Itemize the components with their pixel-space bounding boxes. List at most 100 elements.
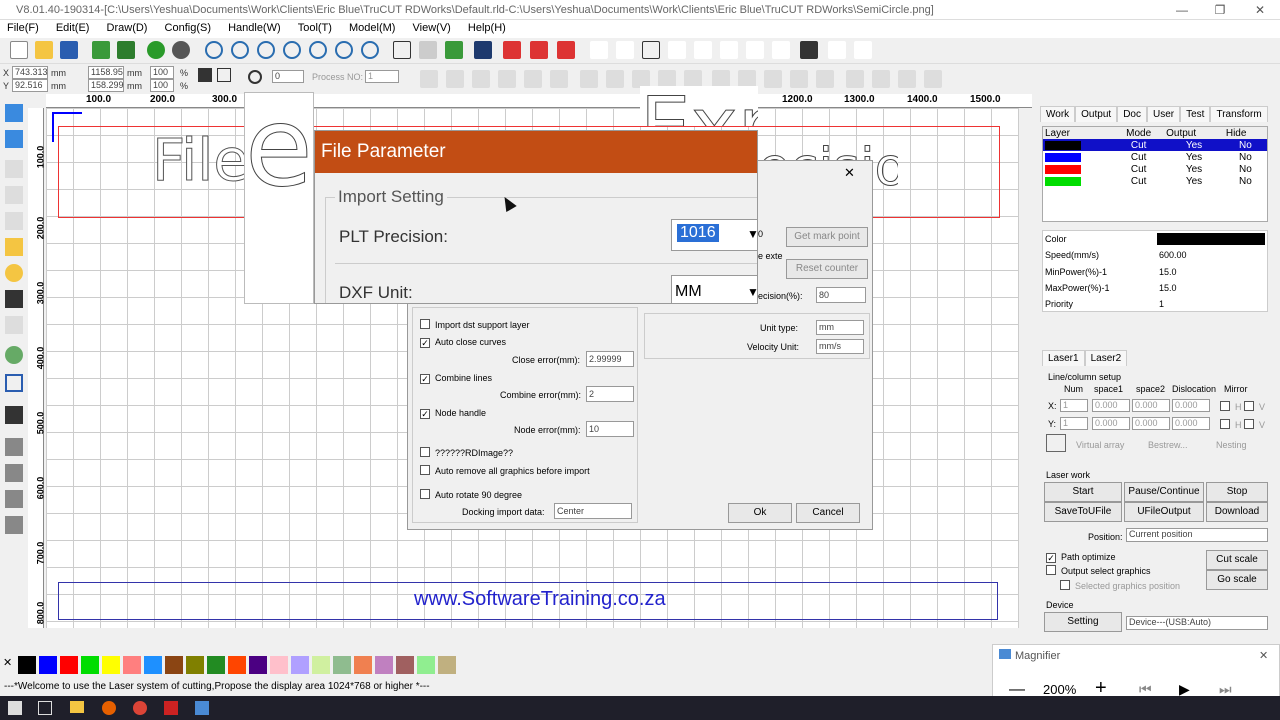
tab-work[interactable]: Work: [1040, 106, 1076, 122]
rdworks-icon[interactable]: [164, 701, 178, 715]
align-bottom-icon[interactable]: [498, 70, 516, 88]
align-icon[interactable]: [530, 41, 548, 59]
same-width-icon[interactable]: [580, 70, 598, 88]
ellipse-tool-icon[interactable]: [5, 264, 23, 282]
mirror-yh-checkbox[interactable]: [1220, 419, 1230, 429]
output-select-option[interactable]: Output select graphics: [1046, 565, 1151, 576]
width-field[interactable]: 1158.95: [88, 66, 124, 79]
param-color-swatch[interactable]: [1157, 233, 1265, 245]
output-select-checkbox[interactable]: [1046, 565, 1056, 575]
param-priority-value[interactable]: 1: [1159, 299, 1164, 309]
color-swatch[interactable]: [396, 656, 414, 674]
close-button[interactable]: ✕: [1240, 0, 1280, 20]
chevron-down-icon[interactable]: ▼: [747, 227, 757, 241]
array-icon[interactable]: [503, 41, 521, 59]
canvas-text-file[interactable]: File: [151, 126, 249, 195]
menu-edit[interactable]: Edit(E): [49, 20, 97, 36]
mirror-yv-checkbox[interactable]: [1244, 419, 1255, 429]
color-swatch[interactable]: [18, 656, 36, 674]
color-swatch[interactable]: [165, 656, 183, 674]
zoom-out-icon[interactable]: [231, 41, 249, 59]
ok-button[interactable]: Ok: [728, 503, 792, 523]
unit-type-select[interactable]: mm: [816, 320, 864, 335]
layer-output[interactable]: Yes: [1164, 175, 1224, 187]
move-right-icon[interactable]: [872, 70, 890, 88]
camera-icon[interactable]: [800, 41, 818, 59]
layer-row[interactable]: Cut Yes No: [1043, 163, 1267, 175]
edit-path-icon[interactable]: [445, 41, 463, 59]
zoom-select-icon[interactable]: [309, 41, 327, 59]
no-color-icon[interactable]: ✕: [3, 656, 12, 669]
close-icon[interactable]: ✕: [844, 165, 855, 181]
color-swatch[interactable]: [102, 656, 120, 674]
layer-output[interactable]: Yes: [1164, 151, 1224, 163]
move-left-icon[interactable]: [846, 70, 864, 88]
mirror-xh-checkbox[interactable]: [1220, 401, 1230, 411]
line-icon[interactable]: [590, 41, 608, 59]
node-error-field[interactable]: 10: [586, 421, 634, 437]
menu-config[interactable]: Config(S): [158, 20, 218, 36]
monitor-icon[interactable]: [474, 41, 492, 59]
cancel-button[interactable]: Cancel: [796, 503, 860, 523]
layer-hide[interactable]: No: [1224, 175, 1267, 187]
color-swatch[interactable]: [186, 656, 204, 674]
color-swatch[interactable]: [270, 656, 288, 674]
position-select[interactable]: Current position: [1126, 528, 1268, 542]
distribute-icon[interactable]: [668, 41, 686, 59]
align-middle-icon[interactable]: [550, 70, 568, 88]
zoom-all-icon[interactable]: [361, 41, 379, 59]
cut-scale-button[interactable]: Cut scale: [1206, 550, 1268, 570]
close-error-field[interactable]: 2.99999: [586, 351, 634, 367]
layer-row[interactable]: Cut Yes No: [1043, 175, 1267, 187]
nesting-button[interactable]: Nesting: [1216, 440, 1247, 450]
color-swatch[interactable]: [144, 656, 162, 674]
ruler-icon[interactable]: [854, 41, 872, 59]
layer-row[interactable]: Cut Yes No: [1043, 139, 1267, 151]
tab-doc[interactable]: Doc: [1117, 106, 1147, 122]
printer-icon[interactable]: [746, 41, 764, 59]
dst-checkbox[interactable]: [420, 319, 430, 329]
color-swatch[interactable]: [312, 656, 330, 674]
select-tool-icon[interactable]: [5, 104, 23, 122]
mirror-icon[interactable]: [217, 68, 231, 82]
mirror-v-tool-icon[interactable]: [5, 464, 23, 482]
dislocation-y-field[interactable]: 0.000: [1172, 417, 1210, 430]
align-top-icon[interactable]: [472, 70, 490, 88]
new-file-icon[interactable]: [10, 41, 28, 59]
reset-counter-button[interactable]: Reset counter: [786, 259, 868, 279]
tab-laser2[interactable]: Laser2: [1084, 350, 1128, 366]
download-button[interactable]: Download: [1206, 502, 1268, 522]
auto-rotate-checkbox[interactable]: [420, 489, 430, 499]
param-minpower-value[interactable]: 15.0: [1159, 267, 1177, 277]
num-y-field[interactable]: 1: [1060, 417, 1088, 430]
color-swatch[interactable]: [228, 656, 246, 674]
color-swatch[interactable]: [60, 656, 78, 674]
node-checkbox[interactable]: ✓: [420, 409, 430, 419]
scale-x-field[interactable]: 100: [150, 66, 174, 79]
color-swatch[interactable]: [39, 656, 57, 674]
maximize-button[interactable]: ❐: [1200, 0, 1240, 20]
menu-tool[interactable]: Tool(T): [291, 20, 339, 36]
rect-tool-icon[interactable]: [5, 238, 23, 256]
pause-continue-button[interactable]: Pause/Continue: [1124, 482, 1204, 502]
size-v-icon[interactable]: [720, 41, 738, 59]
color-swatch[interactable]: [354, 656, 372, 674]
layer-hide[interactable]: No: [1224, 151, 1267, 163]
mirror-h-tool-icon[interactable]: [5, 438, 23, 456]
bestrew-button[interactable]: Bestrew...: [1148, 440, 1188, 450]
move-center-icon[interactable]: [816, 70, 834, 88]
space2-x-field[interactable]: 0.000: [1132, 399, 1170, 412]
virtual-array-button[interactable]: Virtual array: [1076, 440, 1124, 450]
combine-error-field[interactable]: 2: [586, 386, 634, 402]
auto-close-option[interactable]: ✓ Auto close curves: [420, 337, 506, 348]
node-icon[interactable]: [419, 41, 437, 59]
rotate-icon[interactable]: [248, 70, 262, 84]
polyline-tool-icon[interactable]: [5, 186, 23, 204]
get-mark-point-button[interactable]: Get mark point: [786, 227, 868, 247]
move-br-icon[interactable]: [790, 70, 808, 88]
start-button[interactable]: Start: [1044, 482, 1122, 502]
chrome-icon[interactable]: [133, 701, 147, 715]
zoom-fit-icon[interactable]: [257, 41, 275, 59]
num-x-field[interactable]: 1: [1060, 399, 1088, 412]
height-field[interactable]: 158.299: [88, 79, 124, 92]
